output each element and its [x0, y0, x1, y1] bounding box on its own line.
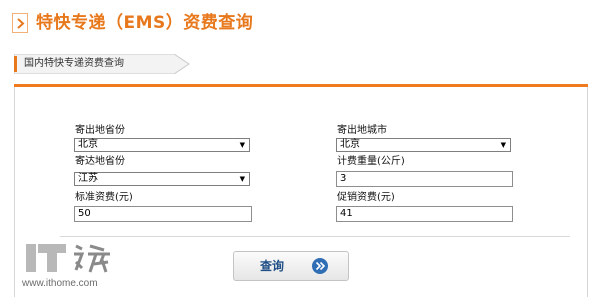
weight-label: 计费重量(公斤): [337, 156, 405, 167]
panel-top-bar: [14, 84, 588, 87]
dropdown-arrow-icon: ▼: [500, 141, 506, 149]
origin-province-value: 北京: [78, 139, 98, 150]
ithome-logo: [26, 244, 110, 273]
origin-province-label: 寄出地省份: [75, 125, 125, 136]
dropdown-arrow-icon: ▼: [239, 141, 245, 149]
dest-province-select[interactable]: 江苏 ▼: [74, 172, 250, 186]
standard-fee-label: 标准资费(元): [75, 192, 133, 203]
origin-city-select[interactable]: 北京 ▼: [336, 138, 511, 152]
standard-fee-field[interactable]: 50: [74, 206, 252, 222]
panel-divider: [60, 236, 570, 237]
dropdown-arrow-icon: ▼: [239, 175, 245, 183]
promo-fee-label: 促销资费(元): [337, 192, 395, 203]
watermark-url: www.ithome.com: [22, 278, 98, 289]
double-chevron-right-icon: [312, 258, 328, 274]
origin-province-select[interactable]: 北京 ▼: [74, 138, 250, 152]
dest-province-value: 江苏: [78, 173, 98, 184]
chevron-right-icon: [12, 13, 28, 33]
origin-city-value: 北京: [340, 139, 360, 150]
origin-city-label: 寄出地城市: [337, 125, 387, 136]
query-button-label: 查询: [260, 259, 285, 273]
page-title: 特快专递（EMS）资费查询: [36, 13, 254, 33]
query-button[interactable]: 查询: [233, 251, 349, 281]
promo-fee-field[interactable]: 41: [336, 206, 513, 222]
dest-province-label: 寄达地省份: [75, 156, 125, 167]
weight-field[interactable]: 3: [336, 171, 513, 187]
section-tab: 国内特快专递资费查询: [14, 54, 190, 74]
section-tab-label: 国内特快专递资费查询: [24, 58, 124, 69]
